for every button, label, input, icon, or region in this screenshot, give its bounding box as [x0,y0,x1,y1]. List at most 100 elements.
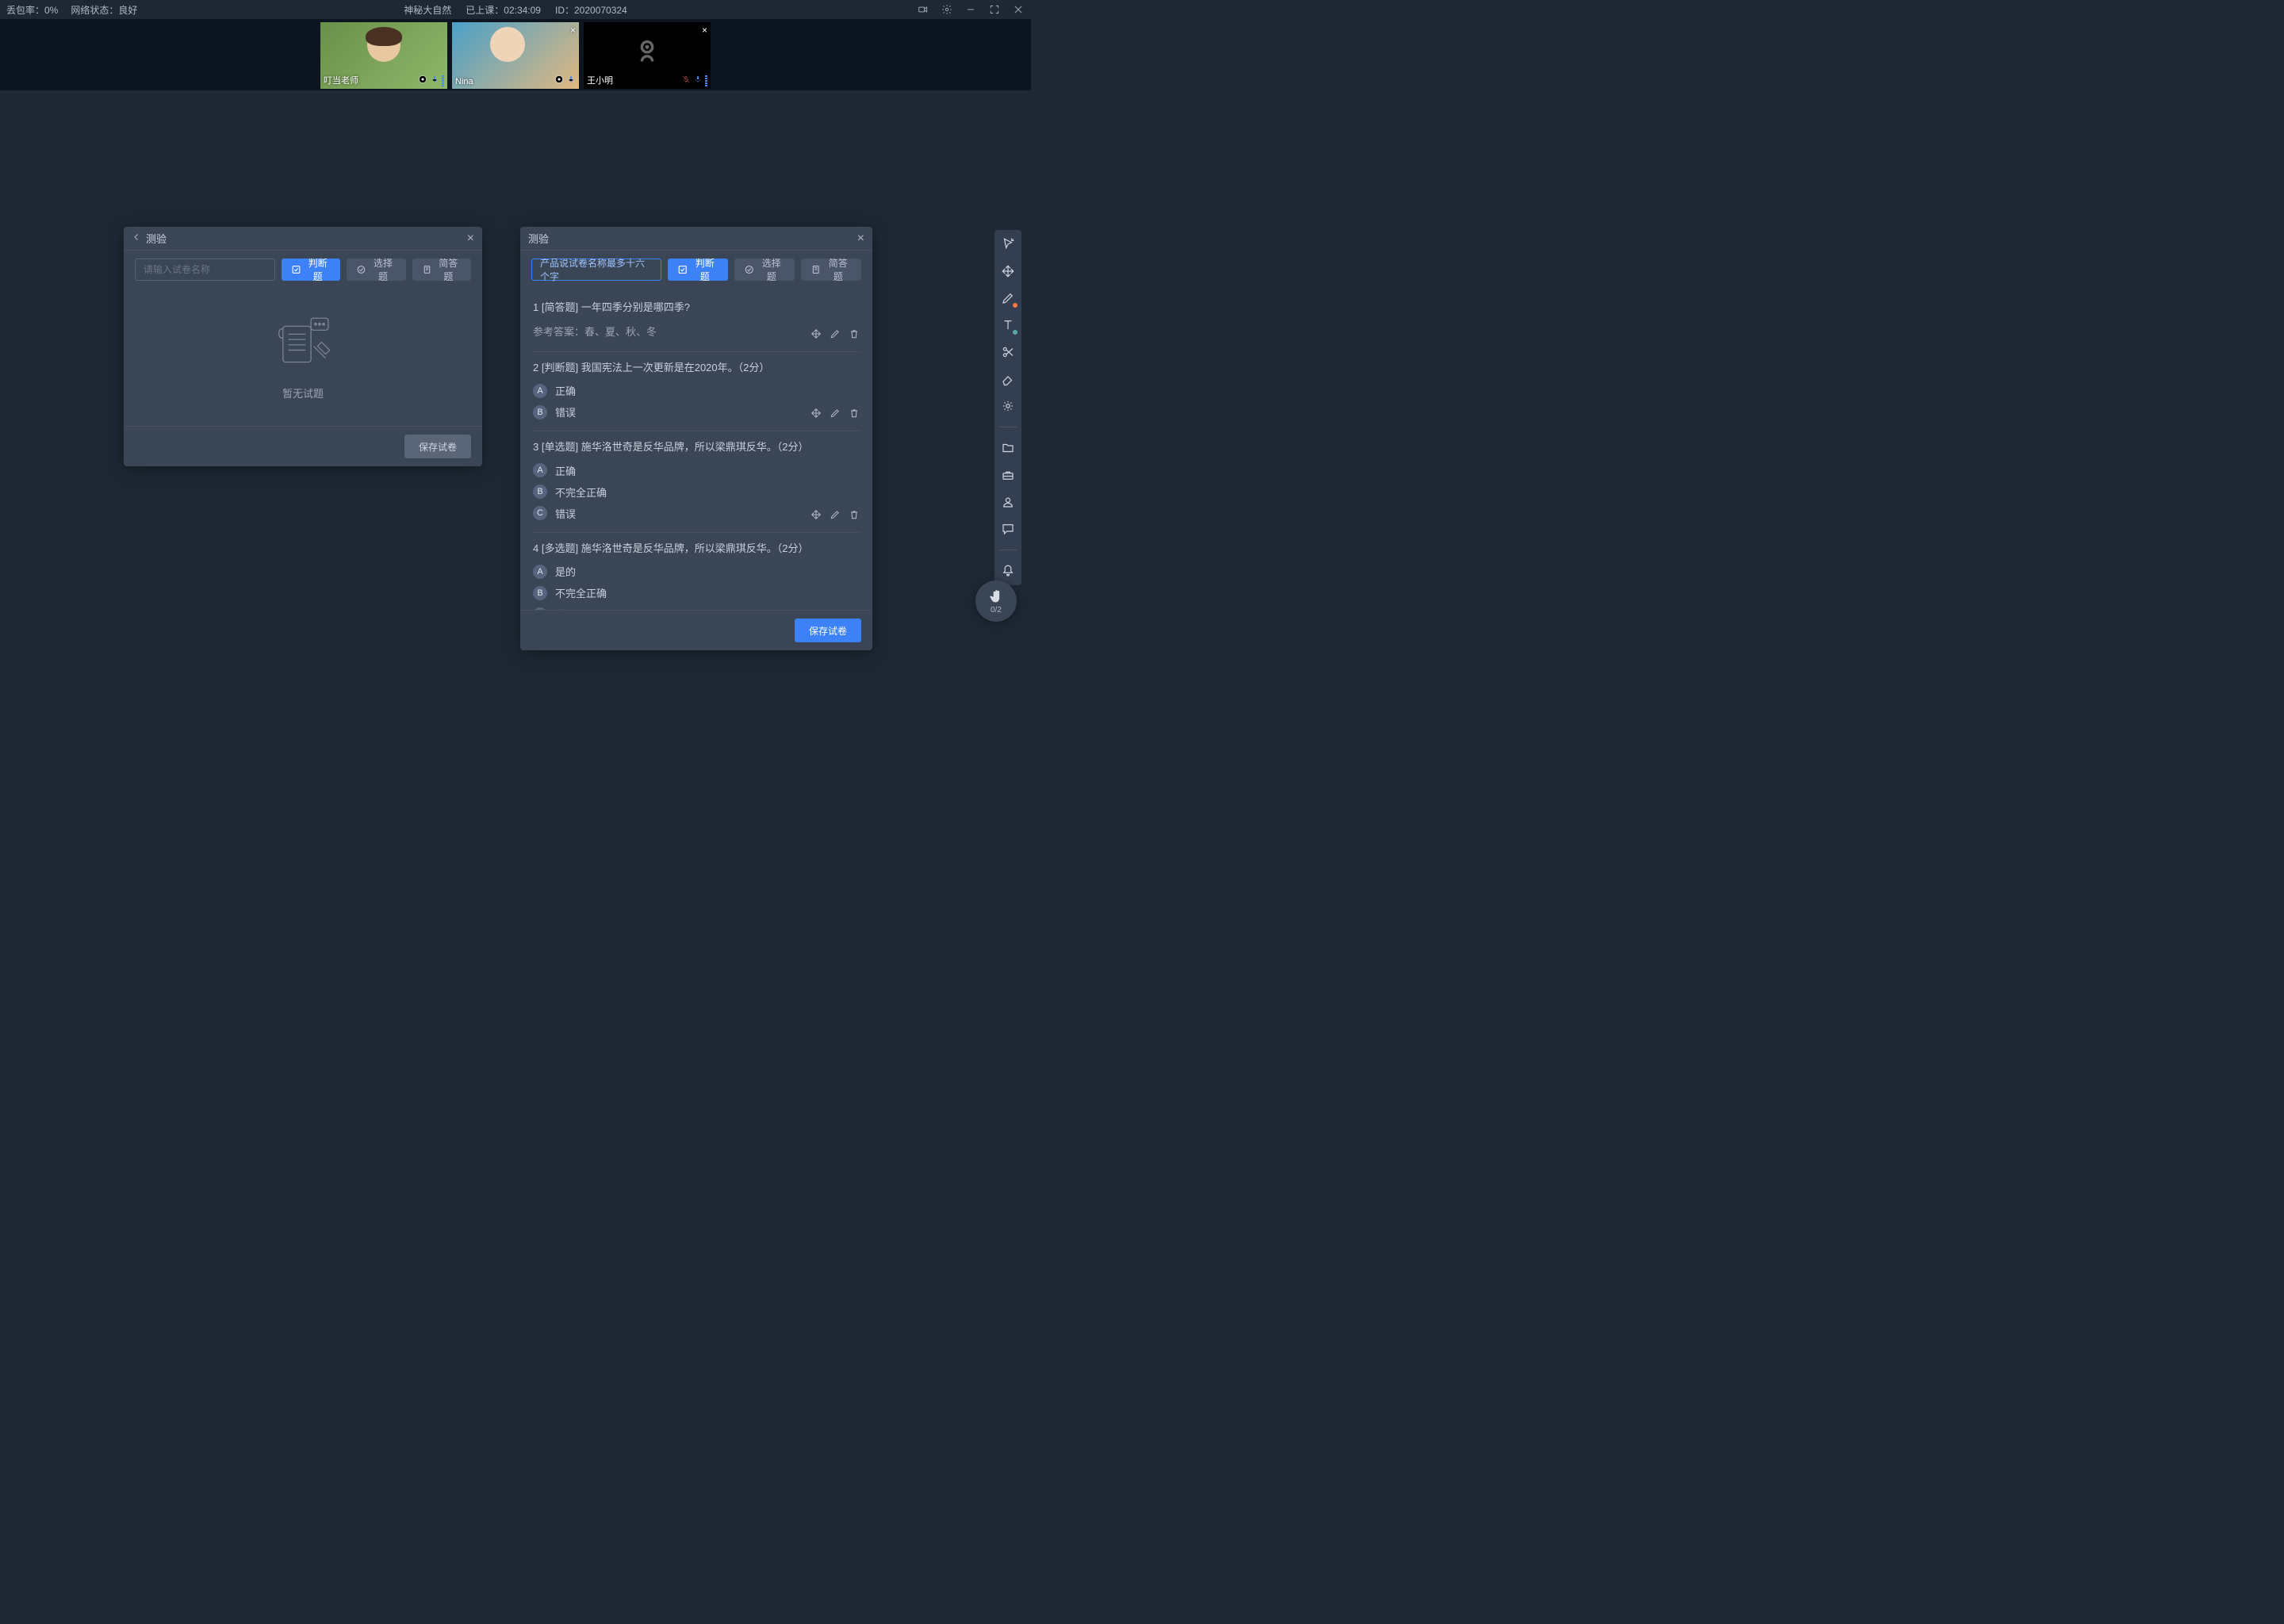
empty-text: 暂无试题 [282,385,324,400]
elapsed-time: 已上课：02:34:09 [466,3,541,17]
question-item: 3 [单选题] 施华洛世奇是反华品牌，所以梁鼎琪反华。（2分） A正确 B不完全… [533,431,860,533]
question-actions [811,328,860,342]
mic-icon [693,75,703,86]
question-text: 一年四季分别是哪四季? [581,301,690,313]
option-key: A [533,463,547,477]
option-key: C [533,506,547,520]
signal-icon [554,75,564,86]
panel-close-icon[interactable]: × [857,232,864,246]
volume-bars-icon [442,75,444,86]
edit-icon[interactable] [830,509,841,523]
laser-tool-icon[interactable] [1000,398,1016,414]
move-icon[interactable] [811,328,822,342]
option-key: B [533,485,547,499]
panel-title: 测验 [528,231,549,246]
delete-icon[interactable] [849,509,860,523]
question-index: 4 [533,542,538,554]
tile-close-icon[interactable]: × [570,25,576,36]
student-video-tile[interactable]: × 王小明 [584,22,711,89]
option-key: B [533,586,547,600]
course-title: 神秘大自然 [404,3,451,17]
eraser-tool-icon[interactable] [1000,371,1016,387]
quiz-name-display[interactable]: 产品说试卷名称最多十六个字 [531,259,661,281]
teacher-video-tile[interactable]: 叮当老师 [320,22,447,89]
option-text: 不完全正确 [555,485,607,500]
minimize-icon[interactable] [964,3,977,16]
move-icon[interactable] [811,509,822,523]
question-text: 施华洛世奇是反华品牌，所以梁鼎琪反华。（2分） [581,441,809,453]
user-tool-icon[interactable] [1000,494,1016,510]
toolbox-tool-icon[interactable] [1000,467,1016,483]
panel-footer: 保存试卷 [124,426,482,466]
close-icon[interactable] [1012,3,1025,16]
add-choice-button[interactable]: 选择题 [734,259,795,281]
edit-icon[interactable] [830,408,841,421]
panel-footer: 保存试卷 [520,610,872,650]
empty-state: 暂无试题 [124,289,482,426]
session-id: ID：2020070324 [555,3,627,17]
question-index: 3 [533,441,538,453]
student-video-tile[interactable]: × Nina [452,22,579,89]
add-short-answer-button[interactable]: 简答题 [412,259,471,281]
option-key: B [533,405,547,419]
option-text: 正确 [555,463,576,478]
participant-name: 叮当老师 [324,74,358,86]
question-tag: [多选题] [542,542,578,554]
option-row[interactable]: B不完全正确 [533,585,860,600]
panel-close-icon[interactable]: × [467,232,474,246]
tile-close-icon[interactable]: × [702,25,707,36]
scissors-tool-icon[interactable] [1000,344,1016,360]
folder-tool-icon[interactable] [1000,440,1016,456]
bell-tool-icon[interactable] [1000,563,1016,579]
empty-illustration-icon [270,314,336,374]
option-row[interactable]: A是的 [533,564,860,579]
edit-icon[interactable] [830,328,841,342]
panel-toolbar: 产品说试卷名称最多十六个字 判断题 选择题 简答题 [520,251,872,289]
fullscreen-icon[interactable] [988,3,1001,16]
save-quiz-button[interactable]: 保存试卷 [795,619,861,642]
participant-video-strip: 叮当老师 × Nina × 王小明 [0,19,1031,90]
panel-header: 测验 × [124,227,482,251]
quiz-name-input[interactable] [135,259,275,281]
question-item: 1 [简答题] 一年四季分别是哪四季? 参考答案：春、夏、秋、冬 [533,292,860,352]
option-row[interactable]: A 正确 [533,463,860,478]
option-text: 错误 [555,607,576,610]
question-list[interactable]: 1 [简答题] 一年四季分别是哪四季? 参考答案：春、夏、秋、冬 2 [判断题]… [520,289,872,610]
signal-icon [418,75,427,86]
question-tag: [简答题] [542,301,578,313]
settings-icon[interactable] [941,3,953,16]
option-row[interactable]: A正确 [533,383,860,398]
back-chevron-icon[interactable] [132,232,141,244]
option-key: C [533,607,547,611]
text-tool-icon[interactable] [1000,317,1016,333]
question-actions [811,408,860,421]
option-text: 是的 [555,564,576,579]
option-text: 错误 [555,506,576,521]
add-judge-button[interactable]: 判断题 [282,259,340,281]
quiz-create-panel: 测验 × 判断题 选择题 简答题 暂无 [124,227,482,466]
add-choice-button[interactable]: 选择题 [347,259,405,281]
add-short-answer-button[interactable]: 简答题 [801,259,861,281]
camera-toggle-icon[interactable] [917,3,929,16]
delete-icon[interactable] [849,408,860,421]
move-tool-icon[interactable] [1000,263,1016,279]
chat-tool-icon[interactable] [1000,521,1016,537]
panel-title: 测验 [146,231,167,246]
delete-icon[interactable] [849,328,860,342]
option-text: 正确 [555,383,576,398]
raise-hand-fab[interactable]: 0/2 [975,580,1017,622]
option-row[interactable]: B 不完全正确 [533,485,860,500]
pen-tool-icon[interactable] [1000,290,1016,306]
mic-icon [566,75,576,86]
packet-loss-label: 丢包率：0% [6,3,58,17]
add-judge-button[interactable]: 判断题 [668,259,728,281]
pointer-tool-icon[interactable] [1000,236,1016,252]
question-tag: [判断题] [542,362,578,373]
whiteboard-toolbar [994,230,1021,585]
move-icon[interactable] [811,408,822,421]
question-item: 4 [多选题] 施华洛世奇是反华品牌，所以梁鼎琪反华。（2分） A是的 B不完全… [533,533,860,611]
question-item: 2 [判断题] 我国宪法上一次更新是在2020年。（2分） A正确 B错误 [533,352,860,432]
participant-name: 王小明 [587,74,613,86]
network-status-label: 网络状态：良好 [71,3,137,17]
save-quiz-button[interactable]: 保存试卷 [404,435,471,458]
